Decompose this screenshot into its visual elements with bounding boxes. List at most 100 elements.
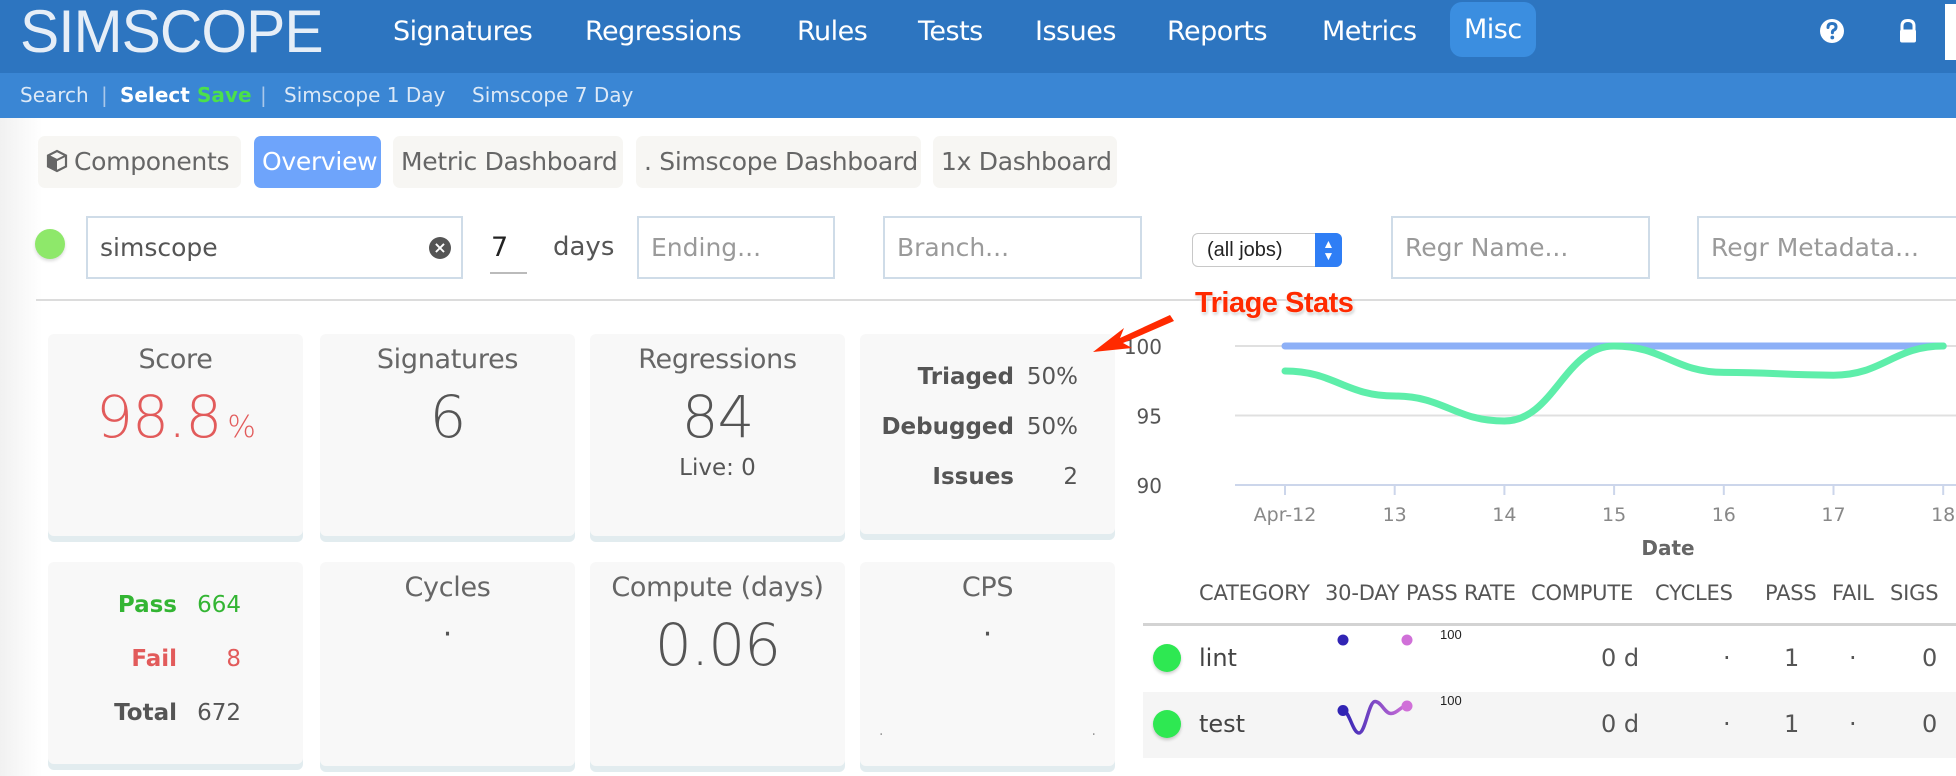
nav-signatures[interactable]: Signatures	[393, 12, 533, 52]
results-card[interactable]: Pass 664 Fail 8 Total 672	[48, 562, 303, 764]
nav-rules[interactable]: Rules	[797, 12, 868, 52]
regressions-value: 84	[681, 383, 755, 451]
top-navbar: SIMSCOPE Signatures Regressions Rules Te…	[0, 0, 1956, 73]
issues-value: 2	[1063, 464, 1078, 490]
sparkline	[1337, 699, 1413, 735]
score-title: Score	[138, 344, 213, 375]
compute-card[interactable]: Compute (days) 0.06	[590, 562, 845, 766]
project-input[interactable]: simscope ×	[86, 216, 463, 279]
row-cycles: ·	[1723, 644, 1731, 672]
cps-value: ·	[982, 617, 993, 652]
row-category[interactable]: test	[1199, 710, 1245, 738]
th-pass-rate[interactable]: 30-DAY PASS RATE	[1325, 581, 1516, 605]
triaged-value: 50%	[1026, 364, 1078, 390]
regressions-title: Regressions	[638, 344, 797, 375]
row-pass: 1	[1784, 644, 1800, 672]
nav-issues[interactable]: Issues	[1035, 12, 1116, 52]
subnav-simscope-1-day[interactable]: Simscope 1 Day	[284, 83, 445, 107]
th-category[interactable]: CATEGORY	[1199, 581, 1310, 605]
fail-value: 8	[226, 646, 241, 672]
user-box[interactable]	[1945, 4, 1956, 60]
sparkline-path	[1341, 699, 1409, 735]
table-row[interactable]: lint 100 0 d · 1 · 0	[1143, 626, 1956, 692]
issues-label: Issues	[932, 464, 1014, 490]
row-sigs: 0	[1922, 644, 1938, 672]
sparkline-end-point	[1401, 634, 1413, 646]
subnav-select[interactable]: Select	[120, 83, 190, 107]
pass-value: 664	[197, 592, 241, 618]
tab-overview[interactable]: Overview	[254, 136, 381, 188]
lock-icon[interactable]	[1895, 17, 1921, 45]
regressions-card[interactable]: Regressions 84 Live: 0	[590, 334, 845, 536]
y-tick-label: 90	[1137, 474, 1162, 498]
compute-value: 0.06	[654, 611, 781, 679]
nav-tests[interactable]: Tests	[918, 12, 983, 52]
project-status-dot	[35, 229, 65, 259]
x-tick-label: 17	[1821, 504, 1845, 526]
sparkline-label: 100	[1440, 627, 1462, 642]
subnav-search[interactable]: Search	[20, 83, 89, 107]
tab-components-label: Components	[74, 147, 230, 176]
y-tick-label: 95	[1137, 405, 1162, 429]
x-tick-label: 15	[1602, 504, 1626, 526]
sparkline	[1337, 634, 1413, 646]
select-arrows-icon: ▲ ▼	[1315, 233, 1342, 267]
th-fail[interactable]: FAIL	[1832, 581, 1874, 605]
th-cycles[interactable]: CYCLES	[1655, 581, 1733, 605]
row-fail: ·	[1849, 644, 1857, 672]
cps-foot-left: ·	[879, 727, 884, 743]
row-cycles: ·	[1723, 710, 1731, 738]
cycles-title: Cycles	[404, 572, 491, 603]
score-value: 98.8%	[96, 383, 256, 451]
nav-regressions[interactable]: Regressions	[585, 12, 742, 52]
ending-input[interactable]: Ending...	[637, 216, 835, 279]
th-compute[interactable]: COMPUTE	[1531, 581, 1633, 605]
nav-misc[interactable]: Misc	[1450, 2, 1536, 57]
x-tick-label: 13	[1383, 504, 1407, 526]
score-card[interactable]: Score 98.8%	[48, 334, 303, 536]
tab-components[interactable]: Components	[38, 136, 241, 188]
tab-simscope-dashboard[interactable]: . Simscope Dashboard	[636, 136, 921, 188]
project-input-value: simscope	[100, 233, 218, 262]
logo[interactable]: SIMSCOPE	[20, 2, 324, 62]
days-input[interactable]: 7	[490, 228, 527, 274]
status-dot	[1153, 710, 1181, 738]
cycles-value: ·	[442, 617, 453, 652]
pass-label: Pass	[117, 592, 177, 618]
nav-metrics[interactable]: Metrics	[1322, 12, 1417, 52]
fail-label: Fail	[131, 646, 177, 672]
row-compute: 0 d	[1601, 710, 1640, 738]
th-pass[interactable]: PASS	[1765, 581, 1817, 605]
status-dot	[1153, 644, 1181, 672]
tab-metric-dashboard[interactable]: Metric Dashboard	[393, 136, 623, 188]
signatures-card[interactable]: Signatures 6	[320, 334, 575, 536]
triage-card[interactable]: Triaged 50% Debugged 50% Issues 2	[860, 334, 1115, 534]
debugged-value: 50%	[1026, 414, 1078, 440]
jobs-select[interactable]: (all jobs) ▲ ▼	[1192, 233, 1342, 267]
subnav-simscope-7-day[interactable]: Simscope 7 Day	[472, 83, 633, 107]
signatures-title: Signatures	[376, 344, 519, 375]
nav-reports[interactable]: Reports	[1167, 12, 1268, 52]
days-label: days	[553, 232, 615, 262]
table-row[interactable]: test 100 0 d · 1 · 0	[1143, 692, 1956, 758]
sparkline-start-point	[1337, 634, 1349, 646]
help-icon[interactable]	[1819, 17, 1845, 45]
subnav-save[interactable]: Save	[197, 83, 252, 107]
cps-card[interactable]: CPS · · ·	[860, 562, 1115, 766]
row-category[interactable]: lint	[1199, 644, 1237, 672]
regr-metadata-input[interactable]: Regr Metadata...	[1697, 216, 1956, 279]
jobs-select-value: (all jobs)	[1207, 239, 1283, 261]
cps-foot-right: ·	[1091, 727, 1096, 743]
branch-input[interactable]: Branch...	[883, 216, 1142, 279]
triaged-label: Triaged	[917, 364, 1014, 390]
triage-stats-annotation: Triage Stats	[1195, 287, 1354, 319]
sub-navbar: Search | Select Save | Simscope 1 Day Si…	[0, 73, 1956, 118]
th-sigs[interactable]: SIGS	[1890, 581, 1939, 605]
tab-1x-dashboard[interactable]: 1x Dashboard	[933, 136, 1117, 188]
x-tick-label: 18	[1931, 504, 1955, 526]
row-fail: ·	[1849, 710, 1857, 738]
cycles-card[interactable]: Cycles ·	[320, 562, 575, 766]
regr-name-input[interactable]: Regr Name...	[1391, 216, 1650, 279]
clear-icon[interactable]: ×	[429, 237, 451, 259]
signatures-value: 6	[429, 383, 467, 451]
